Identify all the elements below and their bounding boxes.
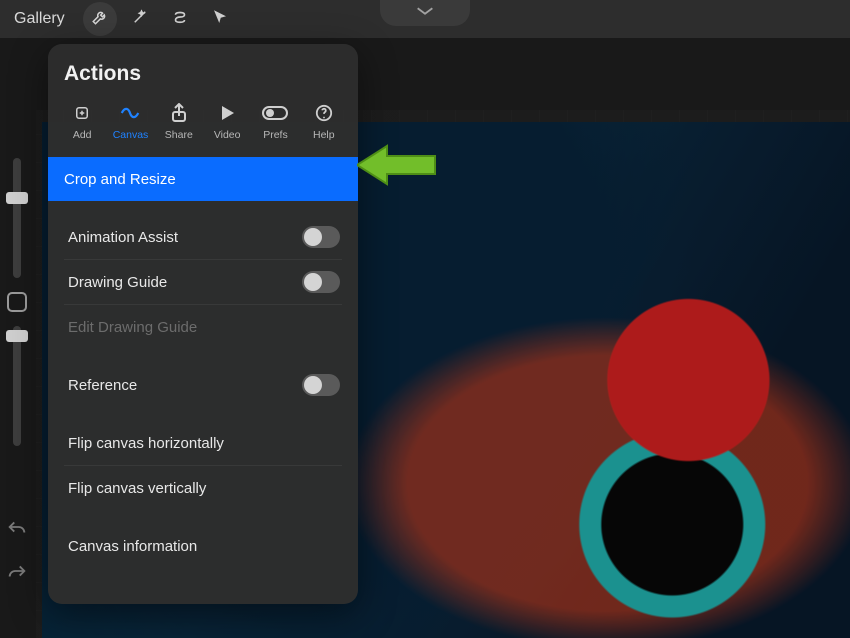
cursor-icon [211,8,229,31]
tab-label: Help [313,129,335,141]
toggle-drawing-guide[interactable] [302,271,340,293]
selection-button[interactable] [163,2,197,36]
top-toolbar: Gallery [0,0,850,38]
tab-label: Prefs [263,129,288,141]
tab-add[interactable]: Add [58,100,106,143]
tab-label: Add [73,129,92,141]
menu-list: Crop and Resize Animation Assist Drawing… [52,151,354,568]
menu-label: Crop and Resize [64,171,176,188]
menu-label: Drawing Guide [68,274,167,291]
wrench-icon [91,8,109,31]
share-icon [171,102,187,124]
tab-prefs[interactable]: Prefs [251,100,299,143]
slider-thumb[interactable] [6,330,28,342]
left-sidebar [0,38,34,638]
menu-flip-vertical[interactable]: Flip canvas vertically [52,466,354,510]
prefs-icon [262,102,288,124]
menu-flip-horizontal[interactable]: Flip canvas horizontally [52,421,354,465]
menu-label: Edit Drawing Guide [68,319,197,336]
toggle-animation-assist[interactable] [302,226,340,248]
help-icon [315,102,333,124]
menu-crop-resize[interactable]: Crop and Resize [48,157,358,201]
adjustments-button[interactable] [123,2,157,36]
tab-canvas[interactable]: Canvas [106,100,154,143]
add-icon [73,102,91,124]
slider-thumb[interactable] [6,192,28,204]
tab-label: Share [165,129,193,141]
actions-panel: Actions Add Canvas Share Video [48,44,358,604]
actions-button[interactable] [83,2,117,36]
opacity-slider[interactable] [13,326,21,446]
tab-share[interactable]: Share [155,100,203,143]
tab-help[interactable]: Help [300,100,348,143]
menu-label: Animation Assist [68,229,178,246]
menu-label: Flip canvas vertically [68,480,206,497]
menu-label: Reference [68,377,137,394]
toggle-reference[interactable] [302,374,340,396]
play-icon [219,102,235,124]
transform-button[interactable] [203,2,237,36]
wand-icon [131,8,149,31]
selection-icon [171,8,189,31]
tab-label: Video [214,129,241,141]
menu-reference[interactable]: Reference [52,363,354,407]
menu-animation-assist[interactable]: Animation Assist [52,215,354,259]
menu-label: Flip canvas horizontally [68,435,224,452]
toolbar-pull-tab[interactable] [380,0,470,26]
tab-video[interactable]: Video [203,100,251,143]
menu-edit-drawing-guide: Edit Drawing Guide [52,305,354,349]
menu-label: Canvas information [68,538,197,555]
menu-canvas-information[interactable]: Canvas information [52,524,354,568]
tab-label: Canvas [113,129,149,141]
panel-tabs: Add Canvas Share Video Prefs [52,100,354,151]
chevron-down-icon [414,4,436,22]
menu-drawing-guide[interactable]: Drawing Guide [52,260,354,304]
panel-title: Actions [52,60,354,100]
canvas-icon [119,102,141,124]
brush-size-slider[interactable] [13,158,21,278]
gallery-link[interactable]: Gallery [8,6,71,32]
modify-button[interactable] [7,292,27,312]
